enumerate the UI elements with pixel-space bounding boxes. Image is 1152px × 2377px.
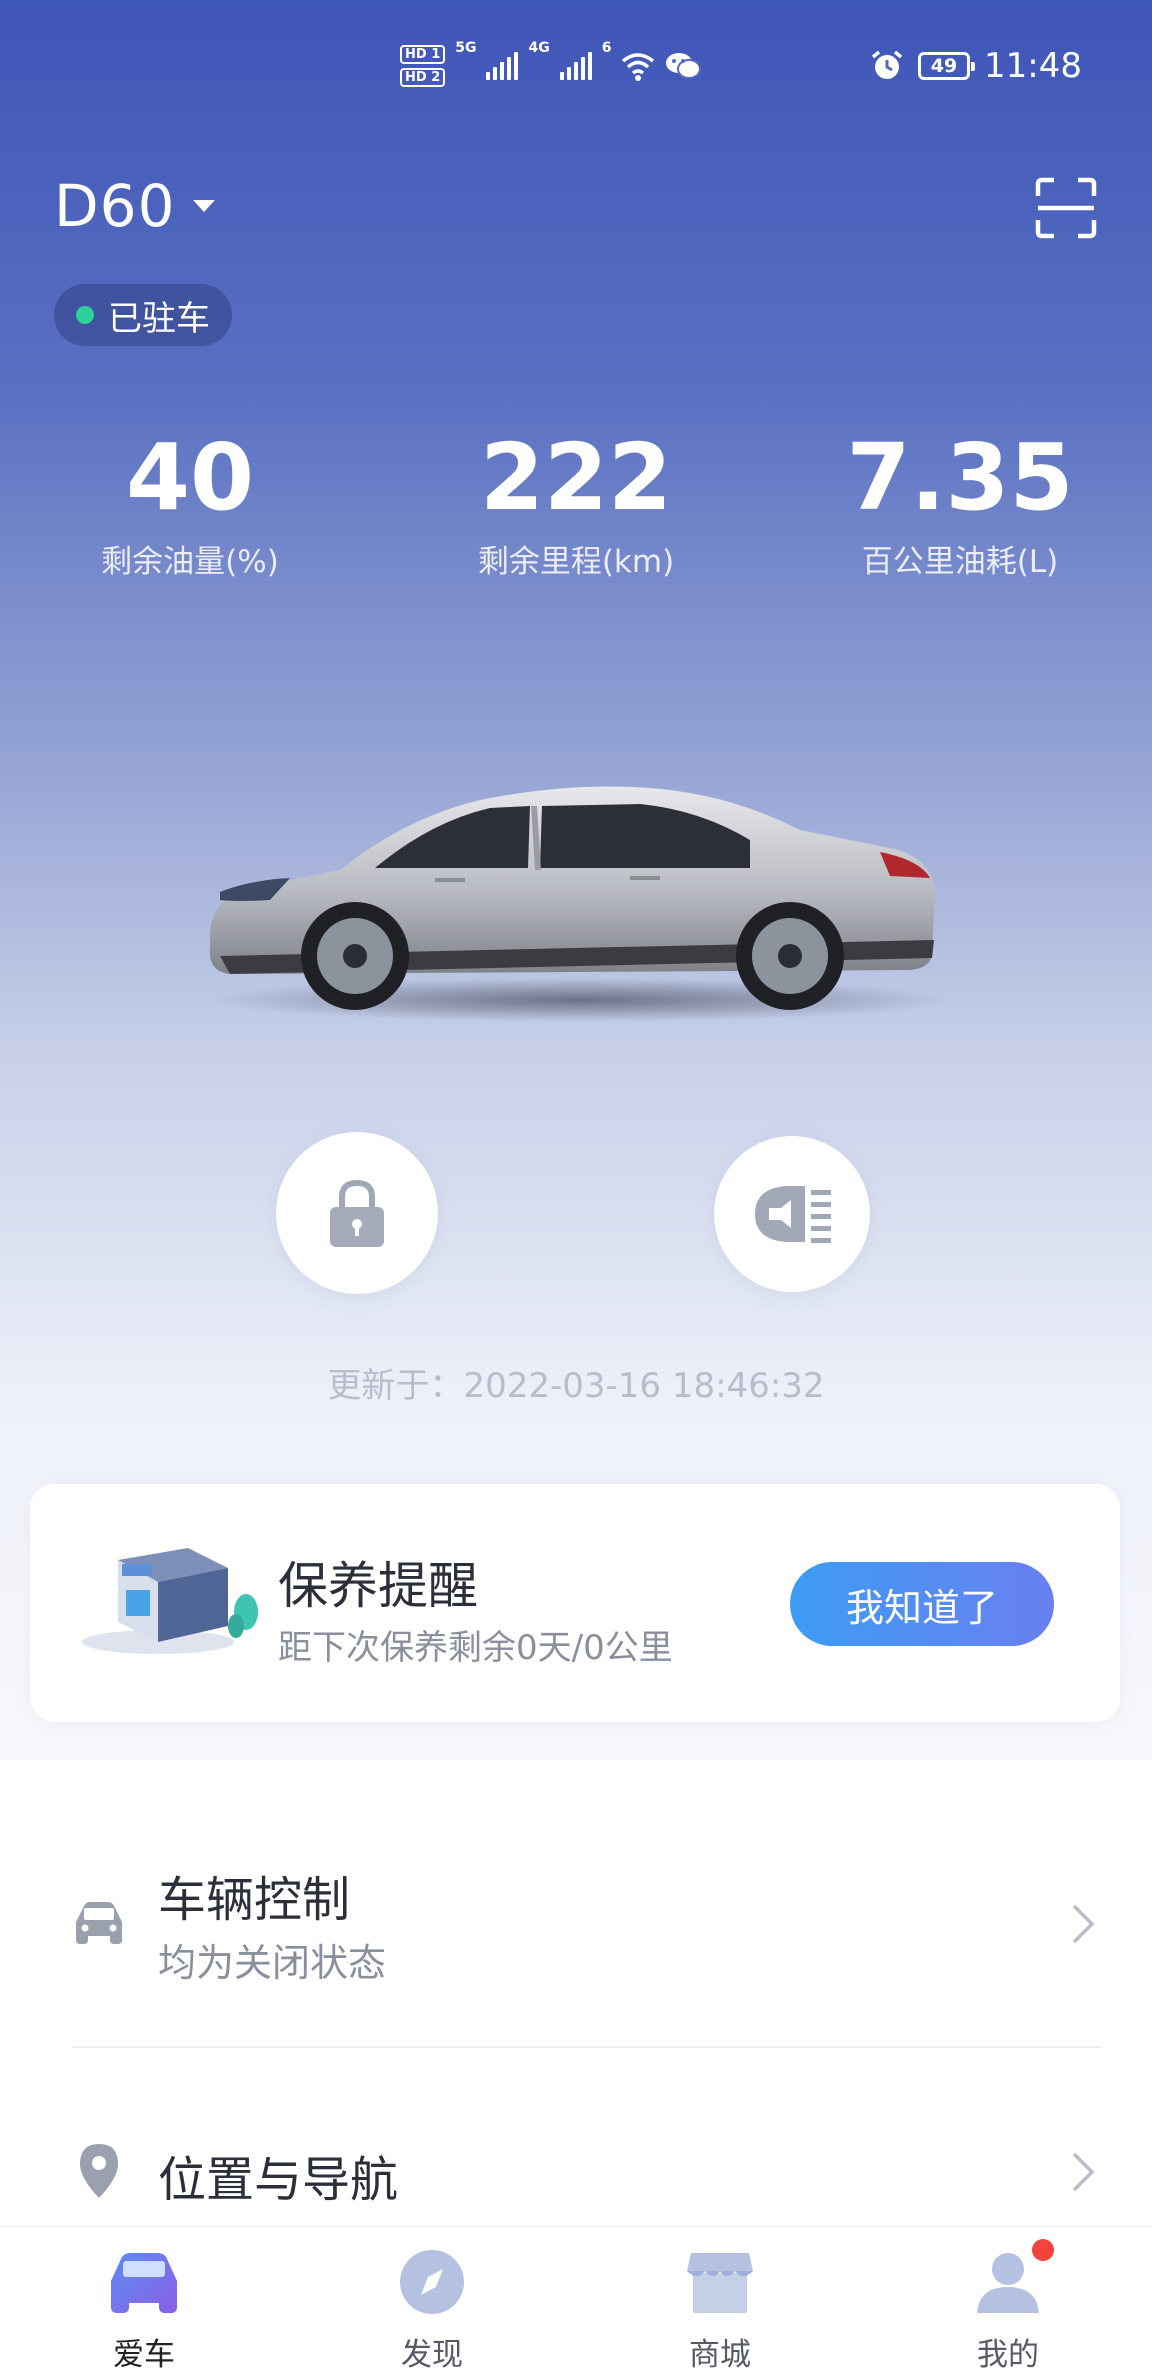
parked-status-badge: 已驻车 [54, 284, 232, 346]
stat-value: 40 [125, 424, 255, 531]
stat-label: 剩余油量(%) [101, 544, 279, 580]
hd2-label: HD 2 [400, 68, 446, 87]
alarm-icon [871, 50, 903, 79]
chevron-right-icon [1072, 2152, 1095, 2192]
tab-label: 发现 [401, 2337, 463, 2373]
stat-value: 222 [479, 424, 673, 531]
stat-value: 7.35 [846, 424, 1074, 531]
car-icon [76, 1902, 122, 1944]
car-model-name: D60 [54, 172, 176, 240]
chevron-right-icon [1072, 1904, 1095, 1944]
location-pin-icon [80, 2144, 118, 2198]
hd1-label: HD 1 [400, 45, 446, 64]
menu-divider [72, 2046, 1102, 2048]
hd-indicator: HD 1 HD 2 [400, 45, 446, 87]
car-tab-icon [111, 2253, 177, 2313]
status-bar-left: HD 1 HD 2 5G 4G 6 [400, 40, 702, 92]
maintenance-subtitle: 距下次保养剩余0天/0公里 [278, 1628, 673, 1668]
wechat-icon [666, 53, 702, 79]
status-dot [76, 306, 94, 324]
scan-icon[interactable] [1034, 176, 1098, 240]
menu-item-location-navigation[interactable]: 位置与导航 [72, 2136, 1102, 2216]
tab-profile[interactable]: 我的 [864, 2227, 1152, 2377]
lock-icon [330, 1179, 384, 1247]
tab-label: 商城 [689, 2337, 751, 2373]
tab-my-car[interactable]: 爱车 [0, 2227, 288, 2377]
stat-fuel: 40 剩余油量(%) [40, 428, 340, 581]
store-icon [687, 2253, 753, 2313]
clock: 11:48 [984, 46, 1082, 86]
wifi-standard-label: 6 [601, 40, 612, 56]
stat-consumption: 7.35 百公里油耗(L) [810, 428, 1110, 581]
chevron-down-icon [193, 200, 216, 212]
menu-item-vehicle-control[interactable]: 车辆控制 均为关闭状态 [72, 1860, 1102, 2000]
car-model-selector[interactable]: D60 [54, 172, 216, 240]
menu-item-subtitle: 均为关闭状态 [158, 1941, 387, 1985]
signal-icon [559, 52, 592, 80]
stat-label: 剩余里程(km) [477, 544, 675, 580]
horn-lights-icon [755, 1186, 831, 1243]
battery-icon: 49 [918, 52, 976, 80]
acknowledge-button[interactable]: 我知道了 [790, 1562, 1054, 1646]
tab-discover[interactable]: 发现 [288, 2227, 576, 2377]
stat-range: 222 剩余里程(km) [426, 428, 726, 581]
network-4g-label: 4G [528, 40, 550, 56]
tab-label: 我的 [977, 2337, 1039, 2373]
parked-status-label: 已驻车 [108, 298, 210, 339]
stat-label: 百公里油耗(L) [861, 544, 1059, 580]
notification-badge [1032, 2239, 1054, 2261]
service-store-icon [82, 1548, 258, 1654]
maintenance-title: 保养提醒 [278, 1557, 478, 1615]
last-updated-text: 更新于：2022-03-16 18:46:32 [327, 1366, 825, 1406]
compass-icon [400, 2250, 464, 2314]
network-5g-label: 5G [455, 40, 477, 56]
status-bar-right: 49 11:48 [870, 40, 1082, 92]
tab-store[interactable]: 商城 [576, 2227, 864, 2377]
wifi-icon [622, 53, 655, 81]
car-image [209, 786, 950, 1022]
bottom-tab-bar: 爱车 发现 商城 我的 [0, 2226, 1152, 2377]
menu-item-title: 车辆控制 [158, 1872, 351, 1928]
menu-item-title: 位置与导航 [158, 2152, 399, 2208]
signal-icon [486, 52, 519, 80]
tab-label: 爱车 [113, 2337, 175, 2373]
profile-icon [977, 2253, 1039, 2313]
lock-button[interactable] [276, 1132, 438, 1294]
maintenance-card: 保养提醒 距下次保养剩余0天/0公里 我知道了 [30, 1484, 1120, 1722]
horn-lights-button[interactable] [714, 1136, 870, 1292]
